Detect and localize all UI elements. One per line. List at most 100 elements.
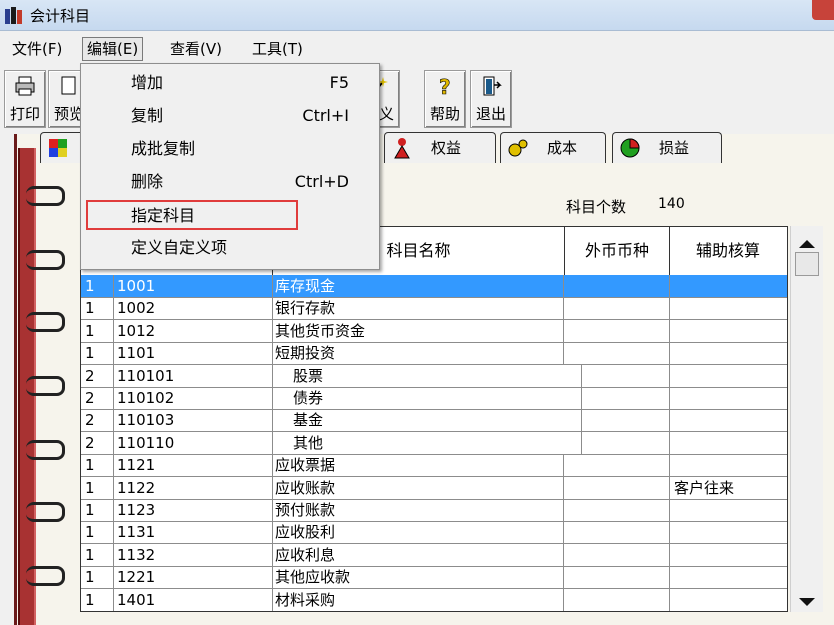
menu-item-batch-copy-label: 成批复制 [131,139,196,158]
cell-currency [565,588,670,611]
account-count-label: 科目个数 [566,198,627,216]
cell-level: 1 [81,521,114,544]
print-label: 打印 [9,105,40,123]
menu-item-add-label: 增加 [131,73,164,92]
table-row[interactable]: 1 1121 应收票据 [81,454,787,478]
cell-code: 1132 [113,543,273,566]
svg-text:?: ? [439,75,451,97]
table-row[interactable]: 1 1123 预付账款 [81,499,787,522]
table-row[interactable]: 1 1001 库存现金 [81,275,787,298]
cell-currency [565,521,670,544]
cell-account-name: 债券 [273,387,582,409]
cell-aux-accounting [670,365,787,387]
cell-account-name: 其他 [273,431,582,454]
color-blocks-icon [49,139,67,157]
binder-ring [26,440,65,460]
window-title: 会计科目 [30,7,91,25]
header-currency[interactable]: 外币币种 [565,227,670,275]
menu-item-delete[interactable]: 删除 Ctrl+D [81,167,379,197]
menu-item-define-custom[interactable]: 定义自定义项 [81,233,379,263]
cell-level: 1 [81,543,114,566]
table-row[interactable]: 1 1401 材料采购 [81,588,787,611]
cell-code: 1012 [113,319,273,342]
tab-cost[interactable]: 成本 [500,132,606,163]
print-button[interactable]: 打印 [4,70,46,128]
table-row[interactable]: 2 110102 债券 [81,387,787,410]
cell-account-name: 应收票据 [273,454,564,477]
cell-account-name: 短期投资 [273,342,564,365]
menu-item-add-shortcut: F5 [329,73,349,92]
table-row[interactable]: 1 1221 其他应收款 [81,566,787,590]
close-button[interactable] [812,0,834,20]
menu-item-copy-label: 复制 [131,106,164,125]
preview-page-icon [61,76,76,95]
cell-aux-accounting [670,320,787,342]
cell-currency [565,387,670,409]
table-row[interactable]: 2 110101 股票 [81,364,787,388]
binder-ring [26,250,65,270]
tab-all[interactable] [40,132,84,163]
help-label: 帮助 [429,105,460,123]
cell-level: 1 [81,454,114,477]
cell-account-name: 预付账款 [273,499,564,521]
tab-equity[interactable]: 权益 [384,132,496,163]
table-row[interactable]: 1 1002 银行存款 [81,297,787,321]
cell-code: 1101 [113,342,273,365]
menu-item-add[interactable]: 增加 F5 [81,68,379,98]
cell-code: 1221 [113,566,273,589]
cell-currency [565,342,670,365]
cell-level: 1 [81,588,114,611]
table-row[interactable]: 1 1132 应收利息 [81,543,787,567]
cell-level: 2 [81,431,114,454]
tab-profit-loss[interactable]: 损益 [612,132,722,163]
cell-code: 1123 [113,499,273,521]
cell-level: 2 [81,409,114,432]
cell-aux-accounting [670,387,787,409]
cell-code: 1002 [113,297,273,320]
accounts-table: 科目名称 外币币种 辅助核算 1 1001 库存现金 1 1002 银行存款 1 1012 其他… [80,226,788,612]
menu-item-batch-copy[interactable]: 成批复制 [81,134,379,164]
menu-item-define-custom-label: 定义自定义项 [131,238,228,257]
cell-aux-accounting [670,275,787,297]
table-row[interactable]: 1 1101 短期投资 [81,342,787,366]
exit-button[interactable]: 退出 [470,70,512,128]
table-row[interactable]: 1 1131 应收股利 [81,521,787,545]
cell-code: 1121 [113,454,273,477]
scroll-up-arrow-icon[interactable] [799,240,815,248]
tab-profit-loss-label: 损益 [659,139,690,157]
cell-currency [565,364,670,387]
table-row[interactable]: 1 1122 应收账款 客户往来 [81,476,787,500]
table-row[interactable]: 2 110110 其他 [81,431,787,455]
cell-aux-accounting [670,432,787,454]
cell-level: 1 [81,499,114,521]
cell-currency [565,454,670,477]
cell-code: 110101 [113,364,273,387]
cell-currency [565,543,670,566]
cell-code: 110110 [113,431,273,454]
cell-level: 1 [81,566,114,589]
cell-level: 1 [81,297,114,320]
table-row[interactable]: 2 110103 基金 [81,409,787,433]
cell-currency [565,566,670,589]
menu-item-delete-shortcut: Ctrl+D [294,172,349,191]
scroll-down-arrow-icon[interactable] [799,598,815,606]
menu-item-copy[interactable]: 复制 Ctrl+I [81,101,379,131]
menu-file[interactable]: 文件(F) [8,38,66,60]
help-button[interactable]: ? 帮助 [424,70,466,128]
scroll-thumb[interactable] [795,252,819,276]
cell-code: 1122 [113,476,273,499]
cell-account-name: 其他应收款 [273,566,564,589]
cell-aux-accounting [670,521,787,543]
cell-code: 1131 [113,521,273,544]
cell-level: 1 [81,319,114,342]
cell-level: 1 [81,342,114,365]
menu-view[interactable]: 查看(V) [166,38,226,60]
cell-account-name: 基金 [273,409,582,432]
vertical-scrollbar[interactable] [790,226,823,612]
printer-icon [15,76,35,96]
header-aux-accounting[interactable]: 辅助核算 [670,227,786,275]
menu-edit[interactable]: 编辑(E) [82,37,144,61]
cell-aux-accounting [670,566,787,588]
table-row[interactable]: 1 1012 其他货币资金 [81,319,787,343]
menu-tools[interactable]: 工具(T) [248,38,307,60]
